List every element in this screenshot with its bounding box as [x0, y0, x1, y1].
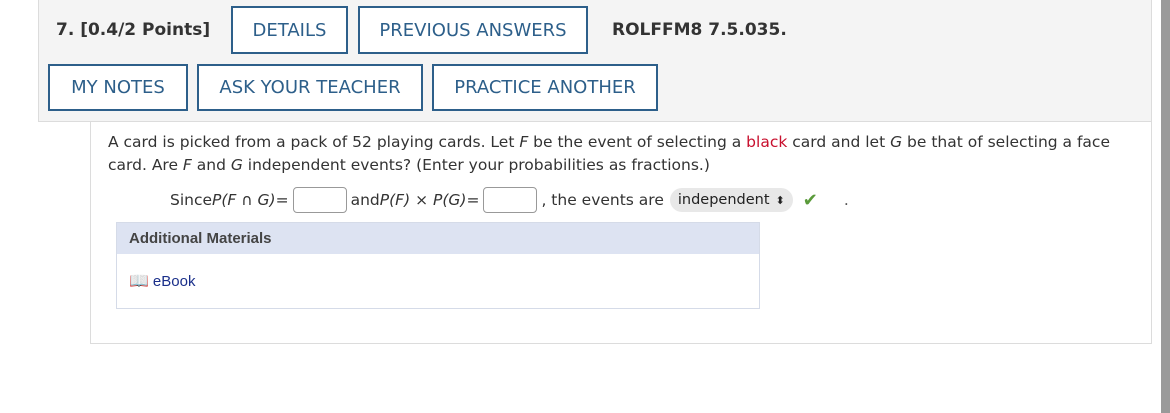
- highlight-black: black: [746, 133, 788, 151]
- question-code: ROLFFM8 7.5.035.: [612, 20, 787, 40]
- question-text: A card is picked from a pack of 52 playi…: [108, 133, 1110, 174]
- additional-materials-title: Additional Materials: [117, 223, 759, 254]
- select-arrows-icon: ⬍: [775, 193, 785, 207]
- details-button[interactable]: DETAILS: [231, 6, 348, 54]
- question-number-points: 7. [0.4/2 Points]: [56, 20, 211, 40]
- my-notes-button[interactable]: MY NOTES: [48, 64, 188, 111]
- check-icon: ✔: [802, 189, 818, 211]
- events-select-value: independent: [677, 192, 770, 208]
- scrollbar[interactable]: [1161, 0, 1170, 413]
- answer-input-p-f-and-g[interactable]: [292, 187, 347, 213]
- book-icon: 📖: [129, 273, 149, 290]
- previous-answers-button[interactable]: PREVIOUS ANSWERS: [358, 6, 588, 54]
- events-select[interactable]: independent ⬍: [669, 188, 793, 212]
- expression-pf-times-pg: P(F) × P(G): [379, 191, 467, 209]
- additional-materials-box: Additional Materials 📖 eBook: [116, 222, 760, 309]
- practice-another-button[interactable]: PRACTICE ANOTHER: [432, 64, 658, 111]
- ask-your-teacher-button[interactable]: ASK YOUR TEACHER: [197, 64, 423, 111]
- trailing-dot: .: [843, 191, 849, 209]
- ebook-link[interactable]: 📖 eBook: [129, 271, 195, 291]
- answer-line: Since P(F ∩ G) = and P(F) × P(G) = , the…: [170, 185, 849, 215]
- ebook-label: eBook: [152, 272, 196, 290]
- expression-p-f-and-g: P(F ∩ G): [212, 191, 276, 209]
- answer-input-pf-times-pg[interactable]: [483, 187, 538, 213]
